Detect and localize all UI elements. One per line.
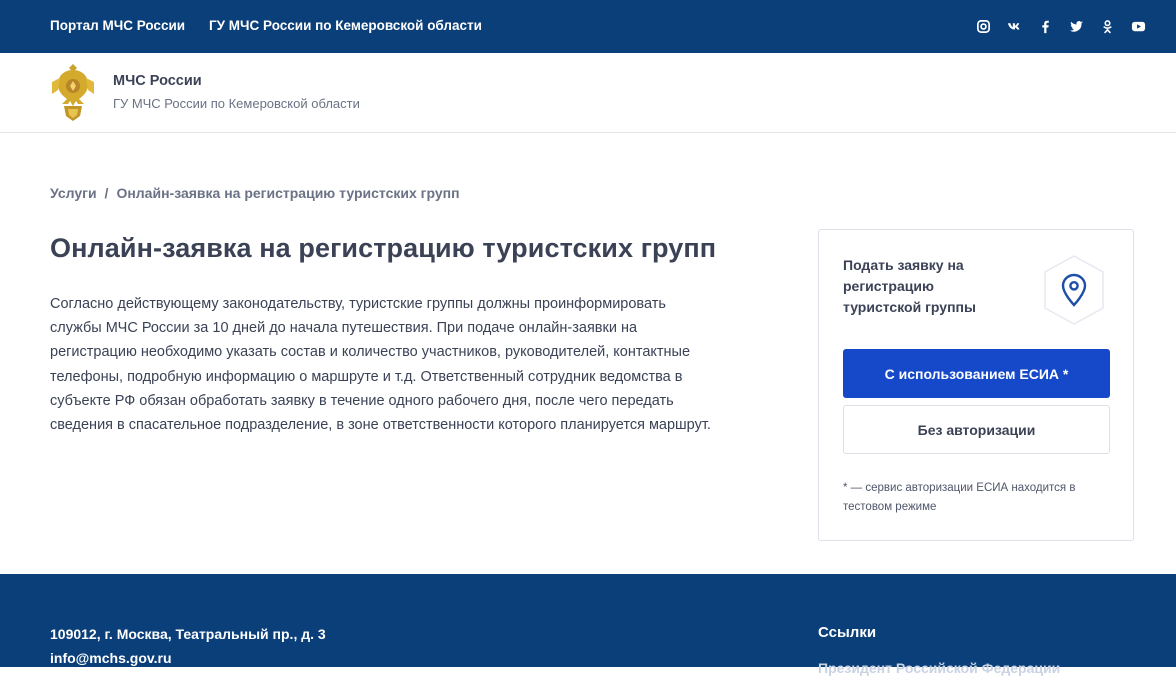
no-auth-button[interactable]: Без авторизации: [843, 405, 1110, 454]
page-title: Онлайн-заявка на регистрацию туристских …: [50, 233, 717, 263]
footer-address: 109012, г. Москва, Театральный пр., д. 3: [50, 626, 326, 642]
portal-link[interactable]: Портал МЧС России: [50, 18, 185, 33]
top-bar: Портал МЧС России ГУ МЧС России по Кемер…: [0, 0, 1176, 53]
description-line: телефоны, подробную информацию о маршрут…: [50, 368, 683, 385]
odnoklassniki-icon[interactable]: [1099, 18, 1115, 34]
location-pin-icon: [1044, 255, 1104, 325]
application-card: Подать заявку на регистрацию туристской …: [818, 229, 1134, 541]
description-line: субъекте РФ обязан обработать заявку в т…: [50, 392, 674, 409]
vk-icon[interactable]: [1006, 18, 1022, 34]
site-header: МЧС России ГУ МЧС России по Кемеровской …: [0, 53, 1176, 133]
description-line: регистрацию необходимо указать состав и …: [50, 344, 691, 361]
social-links: [975, 16, 1146, 36]
esia-note: * — сервис авторизации ЕСИА находится в …: [843, 482, 1076, 513]
facebook-icon[interactable]: [1037, 18, 1053, 34]
breadcrumb-services[interactable]: Услуги: [50, 185, 97, 201]
description-line: сведения в спасательное подразделение, в…: [50, 417, 711, 434]
instagram-icon[interactable]: [975, 18, 991, 34]
breadcrumb-current: Онлайн-заявка на регистрацию туристских …: [116, 185, 460, 201]
card-title: Подать заявку на регистрацию туристской …: [843, 257, 976, 315]
breadcrumb-separator: /: [104, 185, 109, 201]
org-subtitle: ГУ МЧС России по Кемеровской области: [113, 96, 360, 111]
description: Согласно действующему законодательству, …: [50, 292, 790, 437]
esia-login-button[interactable]: С использованием ЕСИА *: [843, 349, 1110, 398]
twitter-icon[interactable]: [1068, 18, 1084, 34]
description-line: Согласно действующему законодательству, …: [50, 296, 666, 312]
mchs-emblem-logo[interactable]: [50, 60, 96, 123]
org-name: МЧС России: [113, 73, 202, 89]
footer-links-title: Ссылки: [818, 624, 877, 641]
breadcrumb: Услуги / Онлайн-заявка на регистрацию тури…: [50, 185, 460, 201]
youtube-icon[interactable]: [1130, 18, 1146, 34]
footer-link-president[interactable]: Президент Российской Федерации: [818, 660, 1060, 676]
site-footer: 109012, г. Москва, Театральный пр., д. 3…: [0, 574, 1176, 676]
regional-link[interactable]: ГУ МЧС России по Кемеровской области: [209, 18, 482, 33]
description-line: службы МЧС России за 10 дней до начала п…: [50, 320, 638, 337]
footer-email-link[interactable]: info@mchs.gov.ru: [50, 650, 172, 666]
